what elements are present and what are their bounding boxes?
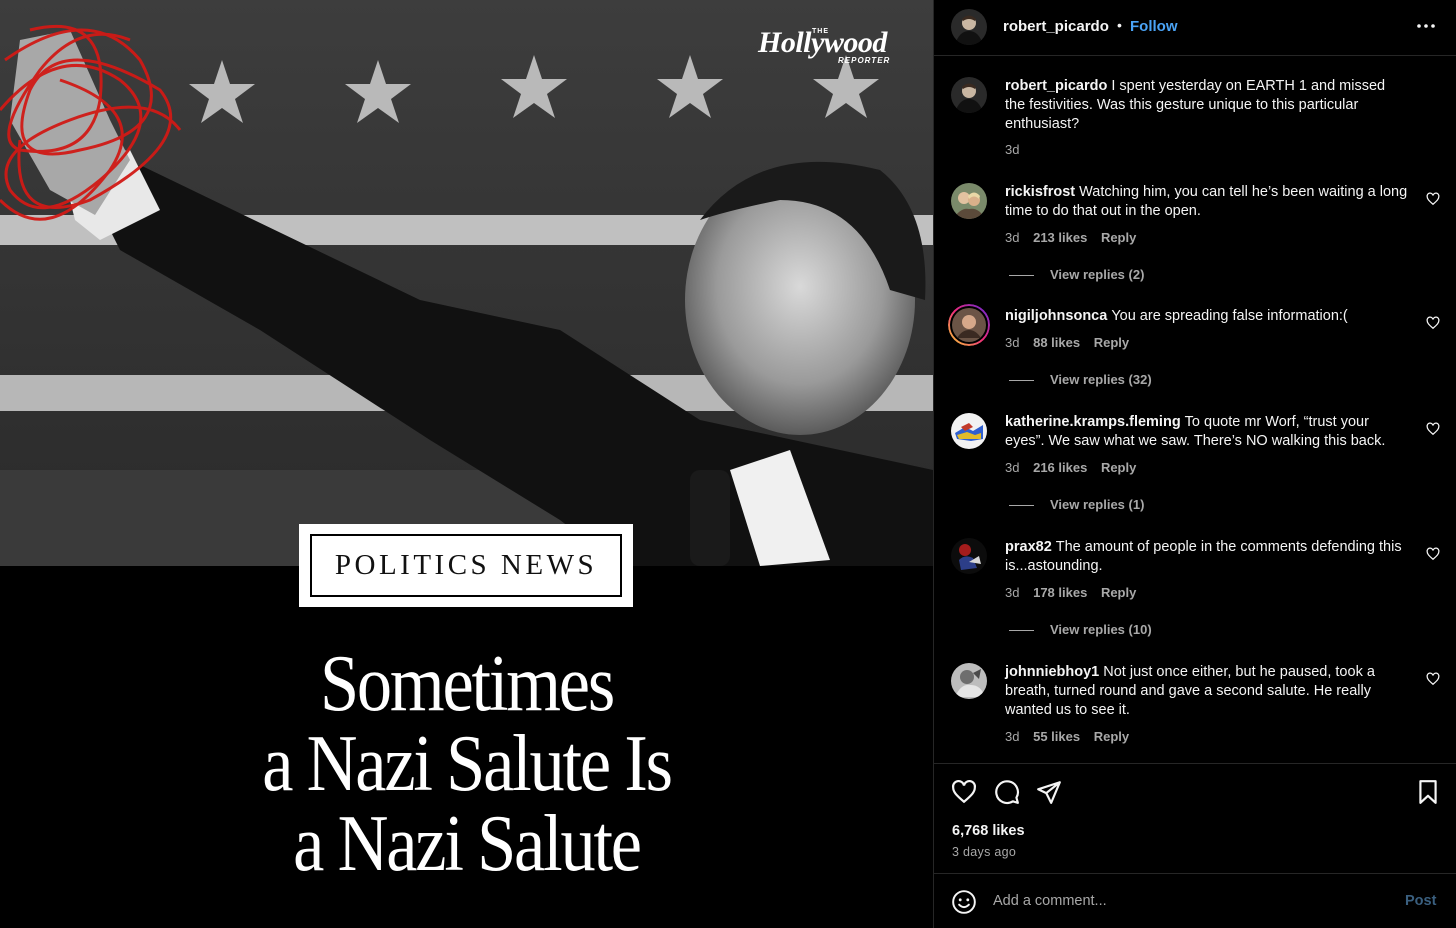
replies-line: [1009, 380, 1034, 382]
comment-body: You are spreading false information:(: [1111, 308, 1348, 324]
avatar[interactable]: [951, 663, 987, 699]
photo-illustration: [0, 0, 933, 566]
logo-reporter: REPORTER: [838, 56, 891, 65]
separator-dot: •: [1117, 17, 1122, 33]
avatar[interactable]: [951, 538, 987, 574]
likes-count[interactable]: 6,768 likes: [952, 823, 1025, 839]
heart-icon[interactable]: [1426, 672, 1440, 686]
reply-button[interactable]: Reply: [1101, 230, 1136, 245]
comment-meta: 3d 88 likes Reply: [1005, 335, 1139, 350]
post-actions: 6,768 likes 3 days ago: [934, 763, 1456, 873]
headline-line-1: Sometimes: [319, 640, 615, 728]
emoji-icon[interactable]: [951, 889, 977, 915]
view-replies-button[interactable]: View replies (1): [1009, 497, 1144, 512]
comment-meta: 3d 213 likes Reply: [1005, 230, 1146, 245]
avatar[interactable]: [951, 413, 987, 449]
reply-button[interactable]: Reply: [1094, 335, 1129, 350]
replies-line: [1009, 505, 1034, 507]
author-avatar[interactable]: [951, 9, 987, 45]
view-replies-button[interactable]: View replies (32): [1009, 372, 1152, 387]
comment-likes[interactable]: 216 likes: [1033, 460, 1087, 475]
view-replies-label: View replies (1): [1050, 497, 1145, 512]
headline-line-3: a Nazi Salute: [293, 800, 642, 888]
comment-likes[interactable]: 55 likes: [1033, 729, 1080, 744]
headline: Sometimes a Nazi Salute Is a Nazi Salute: [56, 644, 877, 884]
comment-username[interactable]: katherine.kramps.fleming: [1005, 414, 1181, 430]
comment-text: johnniebhoy1 Not just once either, but he…: [1005, 663, 1408, 720]
comment-meta: 3d 216 likes Reply: [1005, 460, 1146, 475]
comments-list[interactable]: robert_picardo I spent yesterday on EARTH…: [934, 57, 1456, 763]
comment-input[interactable]: [993, 888, 1373, 914]
view-replies-button[interactable]: View replies (10): [1009, 622, 1152, 637]
hollywood-reporter-logo: THE Hollywood REPORTER: [752, 22, 902, 70]
comment-time[interactable]: 3d: [1005, 230, 1019, 245]
category-label-box: POLITICS NEWS: [299, 524, 633, 607]
comment-likes[interactable]: 213 likes: [1033, 230, 1087, 245]
comment-text: rickisfrost Watching him, you can tell he…: [1005, 183, 1408, 221]
comment-username[interactable]: robert_picardo: [1005, 78, 1107, 94]
view-replies-label: View replies (10): [1050, 622, 1152, 637]
heart-icon[interactable]: [1426, 547, 1440, 561]
heart-icon[interactable]: [1426, 422, 1440, 436]
more-horizontal-icon[interactable]: [1414, 14, 1438, 38]
add-comment-bar: Post: [934, 873, 1456, 928]
view-replies-button[interactable]: View replies (2): [1009, 267, 1144, 282]
comment-meta: 3d: [1005, 142, 1029, 157]
view-replies-label: View replies (2): [1050, 267, 1145, 282]
logo-word: Hollywood: [758, 26, 887, 59]
comment-icon[interactable]: [994, 779, 1020, 805]
avatar[interactable]: [951, 77, 987, 113]
comment-time[interactable]: 3d: [1005, 585, 1019, 600]
post-photo: THE Hollywood REPORTER: [0, 0, 933, 566]
comment-time[interactable]: 3d: [1005, 335, 1019, 350]
comment-text: robert_picardo I spent yesterday on EARTH…: [1005, 77, 1408, 134]
follow-button[interactable]: Follow: [1130, 18, 1178, 35]
comment-likes[interactable]: 178 likes: [1033, 585, 1087, 600]
heart-icon[interactable]: [951, 779, 977, 805]
comment-likes[interactable]: 88 likes: [1033, 335, 1080, 350]
comment-username[interactable]: johnniebhoy1: [1005, 664, 1099, 680]
bookmark-icon[interactable]: [1415, 779, 1441, 805]
comment-username[interactable]: nigiljohnsonca: [1005, 308, 1107, 324]
comment-time[interactable]: 3d: [1005, 729, 1019, 744]
author-username[interactable]: robert_picardo: [1003, 18, 1109, 35]
heart-icon[interactable]: [1426, 192, 1440, 206]
headline-line-2: a Nazi Salute Is: [262, 720, 673, 808]
view-replies-label: View replies (32): [1050, 372, 1152, 387]
comment-username[interactable]: prax82: [1005, 539, 1052, 555]
reply-button[interactable]: Reply: [1101, 585, 1136, 600]
reply-button[interactable]: Reply: [1094, 729, 1129, 744]
post-header: robert_picardo • Follow: [934, 0, 1456, 56]
reply-button[interactable]: Reply: [1101, 460, 1136, 475]
comment-meta: 3d 55 likes Reply: [1005, 729, 1139, 744]
comment-username[interactable]: rickisfrost: [1005, 184, 1075, 200]
comment-meta: 3d 178 likes Reply: [1005, 585, 1146, 600]
post-comment-button[interactable]: Post: [1405, 893, 1436, 909]
avatar[interactable]: [951, 183, 987, 219]
share-icon[interactable]: [1036, 779, 1062, 805]
replies-line: [1009, 630, 1034, 632]
post-timestamp[interactable]: 3 days ago: [952, 845, 1016, 859]
category-label: POLITICS NEWS: [310, 534, 622, 597]
post-image[interactable]: THE Hollywood REPORTER POLITICS NEWS Som…: [0, 0, 933, 928]
comment-time[interactable]: 3d: [1005, 460, 1019, 475]
comment-text: katherine.kramps.fleming To quote mr Worf…: [1005, 413, 1408, 451]
comment-text: nigiljohnsonca You are spreading false in…: [1005, 307, 1408, 326]
heart-icon[interactable]: [1426, 316, 1440, 330]
comment-time[interactable]: 3d: [1005, 142, 1019, 157]
avatar[interactable]: [948, 304, 990, 346]
comment-body: The amount of people in the comments def…: [1005, 539, 1402, 574]
replies-line: [1009, 275, 1034, 277]
comment-text: prax82 The amount of people in the commen…: [1005, 538, 1408, 576]
post-sidebar: robert_picardo • Follow robert_picardo I …: [933, 0, 1456, 928]
